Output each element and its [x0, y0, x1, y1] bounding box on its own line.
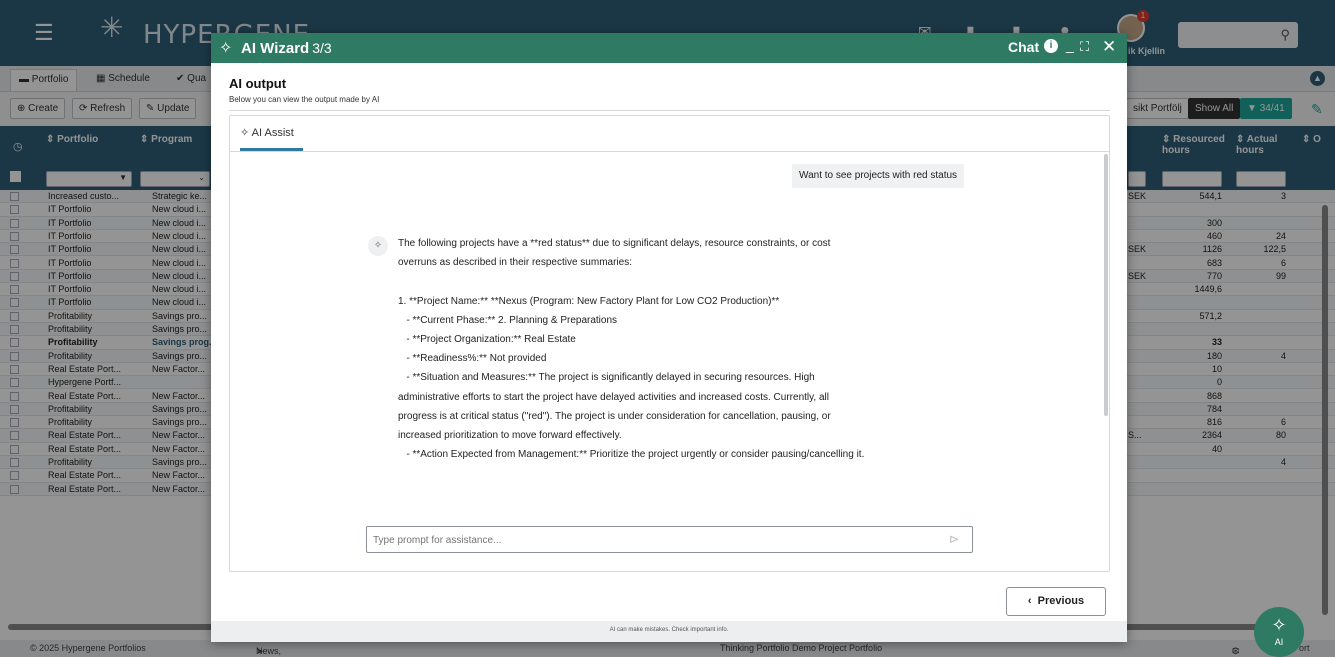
- sparkle-icon: ✧: [1271, 615, 1287, 635]
- ai-assist-panel: ✧ AI Assist Want to see projects with re…: [229, 115, 1110, 572]
- tab-label: AI Assist: [251, 127, 294, 139]
- button-label: Previous: [1037, 595, 1085, 607]
- section-subtitle: Below you can view the output made by AI: [229, 95, 380, 104]
- ai-wizard-dialog: ✧ AI Wizard 3/3 Chat i _ ⛶ ✕ AI output Be…: [211, 33, 1127, 642]
- info-icon[interactable]: i: [1044, 39, 1058, 53]
- ai-message: The following projects have a **red stat…: [398, 238, 865, 461]
- prompt-field[interactable]: ⊳: [366, 526, 973, 553]
- section-title: AI output: [229, 76, 287, 91]
- close-icon[interactable]: ✕: [1102, 37, 1116, 57]
- divider: [229, 110, 1110, 111]
- dialog-title-bar[interactable]: ✧ AI Wizard 3/3 Chat i _ ⛶ ✕: [211, 33, 1127, 63]
- dialog-footer: AI can make mistakes. Check important in…: [211, 621, 1127, 642]
- dialog-title: AI Wizard 3/3: [241, 40, 332, 57]
- divider: [230, 151, 1109, 152]
- chat-scrollbar[interactable]: [1104, 154, 1108, 416]
- disclaimer-text: AI can make mistakes. Check important in…: [609, 627, 729, 633]
- chat-label[interactable]: Chat: [1008, 39, 1039, 55]
- dialog-title-text: AI Wizard: [241, 40, 310, 57]
- send-icon[interactable]: ⊳: [949, 532, 959, 546]
- wizard-step: 3/3: [312, 40, 332, 56]
- user-message: Want to see projects with red status: [792, 164, 965, 188]
- sparkle-icon: ✧: [219, 40, 233, 57]
- fab-label: AI: [1274, 637, 1284, 647]
- chevron-left-icon: ‹: [1027, 595, 1032, 607]
- ai-floating-button[interactable]: ✧ AI: [1254, 607, 1304, 657]
- minimize-icon[interactable]: _: [1066, 37, 1074, 53]
- tab-ai-assist[interactable]: ✧ AI Assist: [240, 126, 294, 139]
- prompt-input[interactable]: [373, 532, 933, 548]
- maximize-icon[interactable]: ⛶: [1080, 39, 1089, 55]
- ai-sparkle-icon: ✧: [368, 236, 388, 256]
- previous-button[interactable]: ‹ Previous: [1006, 587, 1106, 616]
- sparkle-icon: ✧: [240, 127, 250, 139]
